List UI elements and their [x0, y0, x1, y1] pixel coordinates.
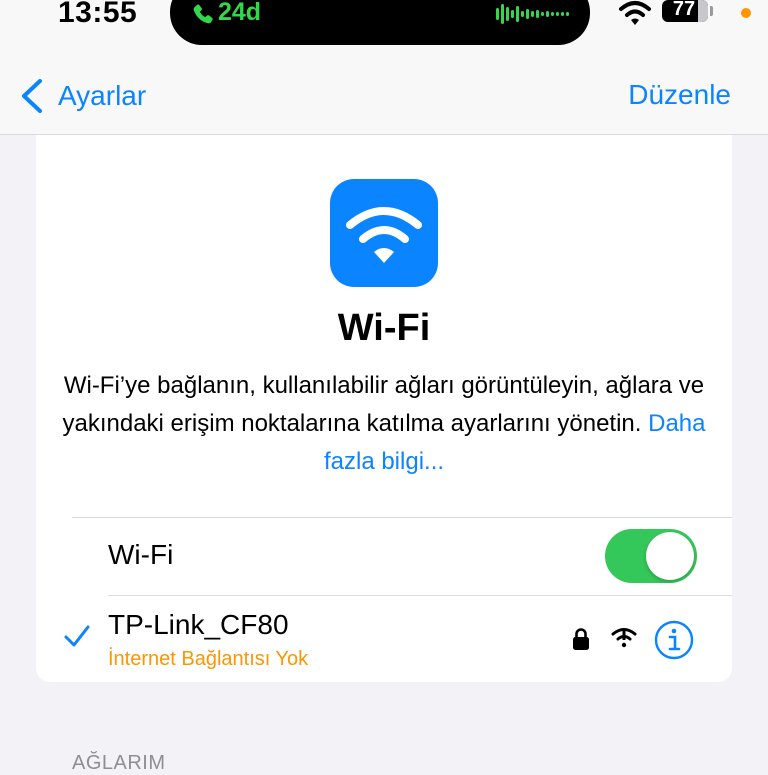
network-name[interactable]: TP-Link_CF80	[108, 609, 289, 641]
description: Wi-Fi’ye bağlanın, kullanılabilir ağları…	[56, 367, 712, 481]
battery-level: 77	[672, 0, 696, 20]
wifi-status-icon	[619, 1, 651, 25]
description-text: Wi-Fi’ye bağlanın, kullanılabilir ağları…	[62, 372, 705, 437]
divider	[108, 595, 732, 596]
audio-waveform-icon	[496, 4, 569, 24]
wifi-toggle-label: Wi-Fi	[108, 539, 174, 570]
back-button[interactable]: Ayarlar	[18, 78, 146, 114]
my-networks-header: AĞLARIM	[72, 752, 166, 774]
divider	[72, 517, 732, 518]
privacy-indicator-dot	[741, 8, 751, 18]
status-time: 13:55	[58, 0, 138, 29]
lock-icon	[573, 628, 589, 650]
battery-icon: 77	[662, 0, 708, 24]
checkmark-icon	[64, 625, 90, 647]
call-duration: 24d	[218, 0, 262, 26]
wifi-app-icon	[330, 179, 438, 287]
phone-icon	[193, 4, 213, 24]
weak-wifi-signal-icon	[611, 628, 637, 648]
battery-cap	[710, 6, 713, 16]
page-title: Wi-Fi	[337, 307, 431, 349]
chevron-left-icon	[22, 79, 42, 113]
toggle-knob	[646, 532, 694, 580]
edit-button[interactable]: Düzenle	[628, 79, 731, 111]
wifi-settings-card: Wi-Fi Wi-Fi’ye bağlanın, kullanılabilir …	[36, 135, 732, 682]
info-icon[interactable]	[654, 620, 694, 660]
back-button-label: Ayarlar	[58, 80, 147, 111]
navigation-bar: Ayarlar Düzenle	[0, 50, 768, 135]
wifi-icon	[346, 207, 422, 263]
dynamic-island[interactable]: 24d	[170, 0, 590, 45]
network-status: İnternet Bağlantısı Yok	[108, 648, 309, 670]
status-bar: 13:55 24d 77	[0, 0, 768, 50]
wifi-toggle[interactable]	[605, 529, 697, 583]
